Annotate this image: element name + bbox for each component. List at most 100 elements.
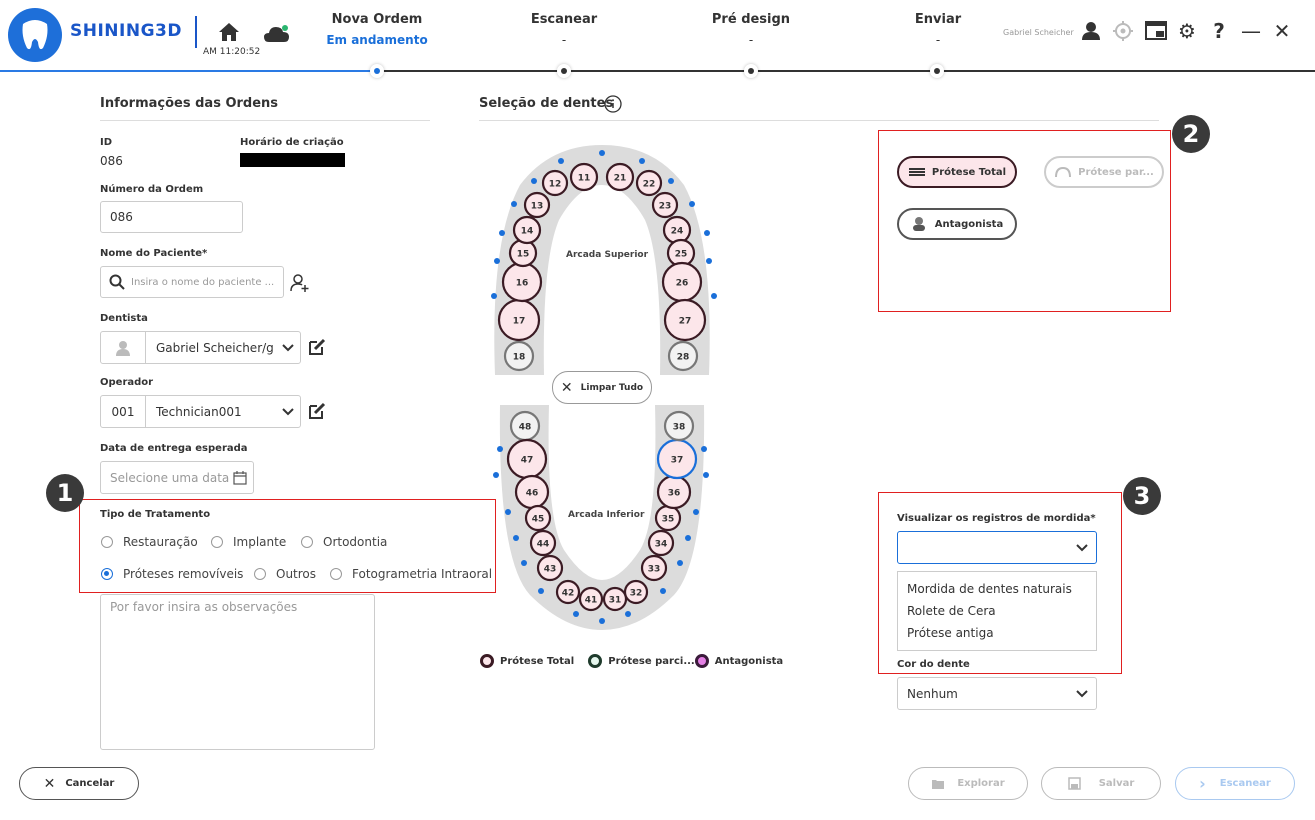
home-icon[interactable] [218, 22, 240, 46]
legend-antagonist-icon [694, 654, 709, 668]
partial-prosthesis-button[interactable]: Prótese par... [1044, 156, 1164, 188]
notes-textarea[interactable]: Por favor insira as observações [100, 594, 375, 750]
arch-handle-dot[interactable] [531, 178, 537, 184]
arch-handle-dot[interactable] [494, 258, 500, 264]
tooth-number: 25 [675, 250, 688, 260]
treatment-label: Tipo de Tratamento [100, 509, 211, 520]
bite-select[interactable] [897, 531, 1097, 564]
arch-handle-dot[interactable] [677, 560, 683, 566]
cloud-icon[interactable] [263, 24, 291, 48]
antagonist-button[interactable]: Antagonista [897, 208, 1017, 240]
order-info-title: Informações das Ordens [100, 96, 279, 111]
delivery-placeholder: Selecione uma data [110, 470, 230, 485]
bite-option[interactable]: Prótese antiga [898, 622, 1096, 644]
arch-handle-dot[interactable] [685, 535, 691, 541]
target-icon[interactable] [1112, 20, 1134, 42]
order-number-field[interactable]: 086 [100, 201, 243, 233]
edit-dentist-icon[interactable] [308, 338, 326, 360]
bite-options-list: Mordida de dentes naturais Rolete de Cer… [897, 571, 1097, 651]
arch-handle-dot[interactable] [625, 611, 631, 617]
clear-all-button[interactable]: ✕ Limpar Tudo [552, 371, 652, 404]
arch-handle-dot[interactable] [521, 560, 527, 566]
arch-handle-dot[interactable] [711, 293, 717, 299]
radio-implante[interactable]: Implante [211, 535, 286, 549]
close-icon[interactable]: ✕ [1271, 19, 1293, 43]
created-label: Horário de criação [240, 137, 344, 148]
arch-handle-dot[interactable] [558, 158, 564, 164]
radio-proteses-removiveis[interactable]: Próteses removíveis [101, 567, 243, 581]
radio-fotogrametria[interactable]: Fotogrametria Intraoral [330, 567, 492, 581]
teeth-selection-title: Seleção de dentes [479, 96, 614, 111]
tooth-color-select[interactable]: Nenhum [897, 677, 1097, 710]
tooth-number: 31 [609, 596, 622, 606]
delivery-date-input[interactable]: Selecione uma data [100, 461, 254, 494]
arch-handle-dot[interactable] [493, 472, 499, 478]
close-icon: ✕ [560, 379, 573, 396]
step-predesign[interactable]: Pré design - [681, 12, 821, 47]
bite-option[interactable]: Mordida de dentes naturais [898, 578, 1096, 600]
explore-button[interactable]: Explorar [908, 767, 1028, 800]
operator-label: Operador [100, 377, 154, 388]
cancel-button[interactable]: ✕ Cancelar [19, 767, 139, 800]
gear-icon[interactable]: ⚙ [1176, 19, 1198, 43]
arch-handle-dot[interactable] [689, 201, 695, 207]
info-icon[interactable] [604, 95, 622, 117]
arch-handle-dot[interactable] [701, 446, 707, 452]
arch-handle-dot[interactable] [513, 535, 519, 541]
arch-handle-dot[interactable] [497, 446, 503, 452]
arch-handle-dot[interactable] [538, 588, 544, 594]
tooth-number: 26 [676, 279, 689, 289]
arch-handle-dot[interactable] [703, 472, 709, 478]
add-patient-icon[interactable] [290, 273, 310, 297]
arch-handle-dot[interactable] [573, 611, 579, 617]
tooth-number: 32 [630, 589, 643, 599]
arch-handle-dot[interactable] [599, 150, 605, 156]
operator-select[interactable]: 001 Technician001 [100, 395, 301, 428]
progress-dot-2 [557, 64, 571, 78]
screenshot-icon[interactable] [1145, 20, 1167, 42]
bite-option[interactable]: Rolete de Cera [898, 600, 1096, 622]
save-label: Salvar [1098, 778, 1135, 789]
user-icon[interactable] [1080, 20, 1102, 42]
radio-outros[interactable]: Outros [254, 567, 316, 581]
arch-handle-dot[interactable] [668, 178, 674, 184]
tooth-number: 43 [544, 565, 557, 575]
progress-dot-3 [744, 64, 758, 78]
minimize-icon[interactable]: — [1240, 19, 1262, 43]
delivery-label: Data de entrega esperada [100, 443, 248, 454]
operator-code: 001 [101, 396, 146, 427]
arch-handle-dot[interactable] [704, 230, 710, 236]
help-icon[interactable]: ? [1208, 19, 1230, 43]
legend-partial-icon [588, 654, 603, 668]
arch-handle-dot[interactable] [660, 588, 666, 594]
radio-ortodontia[interactable]: Ortodontia [301, 535, 387, 549]
arch-handle-dot[interactable] [599, 618, 605, 624]
full-prosthesis-button[interactable]: Prótese Total [897, 156, 1017, 188]
save-button[interactable]: Salvar [1041, 767, 1161, 800]
arch-handle-dot[interactable] [505, 509, 511, 515]
arch-handle-dot[interactable] [491, 293, 497, 299]
arch-handle-dot[interactable] [639, 158, 645, 164]
header-divider [195, 16, 197, 48]
step-scan[interactable]: Escanear - [494, 12, 634, 47]
arch-handle-dot[interactable] [706, 258, 712, 264]
scan-button[interactable]: › Escanear [1175, 767, 1295, 800]
step-send[interactable]: Enviar - [868, 12, 1008, 47]
id-value: 086 [100, 154, 123, 168]
radio-restauracao[interactable]: Restauração [101, 535, 198, 549]
arch-handle-dot[interactable] [693, 509, 699, 515]
id-label: ID [100, 137, 113, 148]
tooth-number: 18 [513, 353, 526, 363]
step-title: Pré design [711, 12, 791, 27]
legend-full-icon [480, 654, 494, 668]
arch-handle-dot[interactable] [511, 201, 517, 207]
step-status: Em andamento [326, 33, 428, 47]
radio-label: Outros [276, 567, 317, 581]
step-new-order[interactable]: Nova Ordem Em andamento [307, 12, 447, 47]
radio-label: Próteses removíveis [123, 567, 244, 581]
edit-operator-icon[interactable] [308, 402, 326, 424]
legend-partial-label: Prótese parci... [608, 655, 695, 667]
patient-search-input[interactable]: Insira o nome do paciente ... [100, 266, 284, 298]
dentist-select[interactable]: Gabriel Scheicher/g [100, 331, 301, 364]
arch-handle-dot[interactable] [499, 230, 505, 236]
